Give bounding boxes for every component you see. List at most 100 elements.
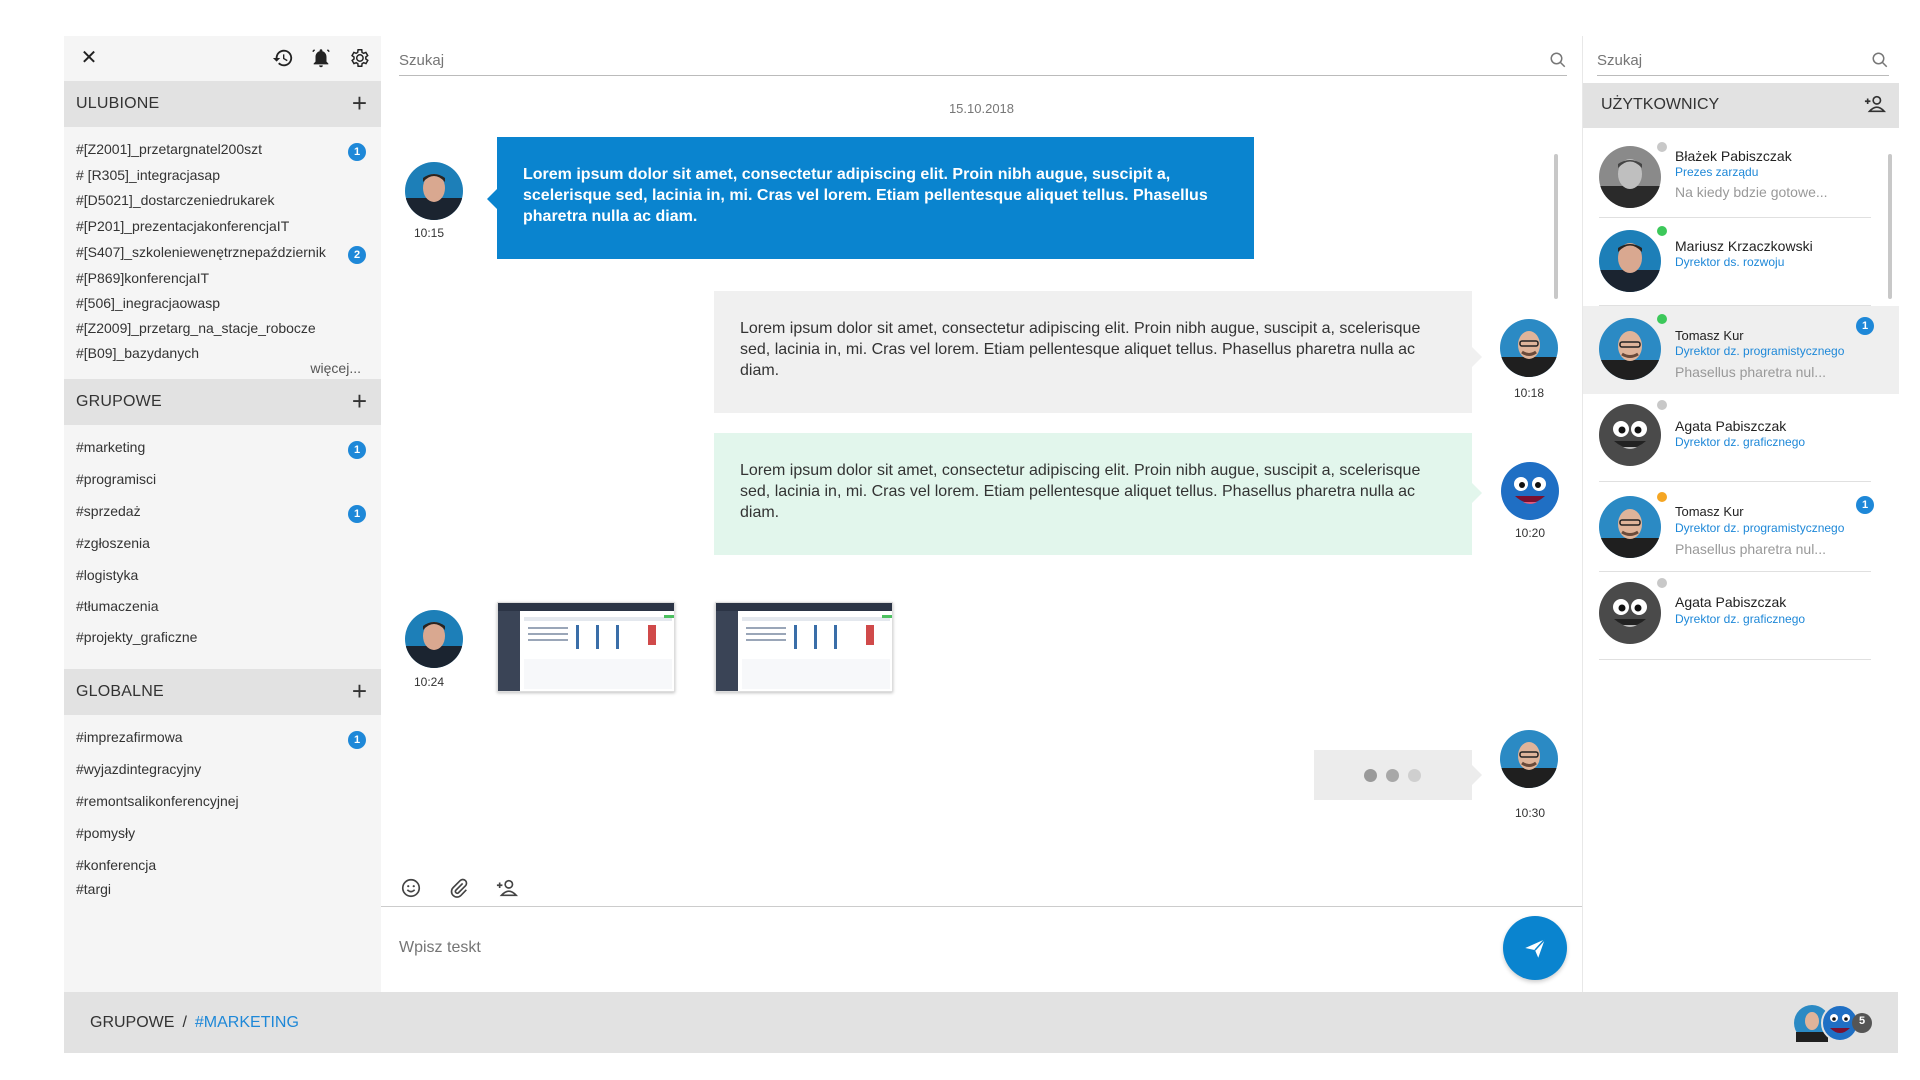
bell-icon[interactable] (309, 46, 333, 70)
channel-item[interactable]: #wyjazdintegracyjny (76, 761, 201, 777)
section-global-header: GLOBALNE + (64, 669, 381, 715)
emoji-icon[interactable] (399, 876, 423, 900)
image-attachment[interactable] (715, 602, 893, 692)
status-indicator (1657, 400, 1667, 410)
avatar (1599, 582, 1661, 644)
user-item[interactable]: Błażek Pabiszczak Prezes zarządu Na kied… (1583, 130, 1899, 218)
user-name: Błażek Pabiszczak (1675, 148, 1792, 164)
close-icon[interactable]: ✕ (78, 47, 100, 69)
users-search-input[interactable] (1597, 46, 1889, 74)
channel-item[interactable]: #marketing (76, 439, 145, 455)
user-item[interactable]: Agata Pabiszczak Dyrektor dz. graficzneg… (1583, 394, 1899, 482)
last-message: Phasellus pharetra nul... (1675, 541, 1826, 557)
user-name: Tomasz Kur (1675, 328, 1744, 343)
groups-list: #marketing 1 #programisci #sprzedaż 1 #z… (64, 425, 381, 669)
channel-item[interactable]: #projekty_graficzne (76, 629, 197, 645)
status-indicator (1657, 578, 1667, 588)
add-global-button[interactable]: + (352, 677, 367, 705)
section-groups-header: GRUPOWE + (64, 379, 381, 425)
message-time: 10:15 (413, 226, 445, 240)
history-icon[interactable] (271, 46, 295, 70)
breadcrumb-section[interactable]: GRUPOWE (90, 1014, 174, 1031)
channel-item[interactable]: #imprezafirmowa (76, 729, 183, 745)
channel-item[interactable]: # [R305]_integracjasap (76, 167, 220, 183)
add-group-button[interactable]: + (352, 387, 367, 415)
channel-item[interactable]: #konferencja (76, 857, 156, 873)
avatar[interactable] (405, 162, 463, 220)
channel-item[interactable]: #[P201]_prezentacjakonferencjaIT (76, 218, 289, 234)
add-favorite-button[interactable]: + (352, 89, 367, 117)
user-item[interactable]: Tomasz Kur Dyrektor dz. programistyczneg… (1583, 306, 1899, 394)
more-link[interactable]: więcej... (310, 360, 361, 376)
user-name: Agata Pabiszczak (1675, 594, 1787, 610)
message-time: 10:24 (413, 675, 445, 689)
gear-icon[interactable] (347, 46, 371, 70)
avatar (1599, 146, 1661, 208)
chat-search (399, 46, 1567, 76)
user-item[interactable]: Agata Pabiszczak Dyrektor dz. graficzneg… (1583, 572, 1899, 660)
channel-item[interactable]: #[P869]konferencjaIT (76, 270, 209, 286)
composer-divider (381, 906, 1582, 907)
avatar (1599, 230, 1661, 292)
unread-badge: 1 (348, 505, 366, 523)
user-item[interactable]: Mariusz Krzaczkowski Dyrektor ds. rozwoj… (1583, 218, 1899, 306)
channel-item[interactable]: #[S407]_szkoleniewenętrznepaździernik (76, 244, 326, 260)
channel-item[interactable]: #pomysły (76, 825, 135, 841)
attachment-icon[interactable] (447, 876, 471, 900)
composer-toolbar (399, 876, 519, 900)
user-role: Dyrektor dz. programistycznego (1675, 344, 1845, 358)
search-icon[interactable] (1871, 51, 1889, 74)
add-user-icon[interactable] (495, 876, 519, 900)
unread-badge: 1 (348, 731, 366, 749)
footer-bar: GRUPOWE / #MARKETING 5 (64, 992, 1898, 1053)
status-indicator (1657, 492, 1667, 502)
channel-item[interactable]: #zgłoszenia (76, 535, 150, 551)
chat-search-input[interactable] (399, 46, 1567, 74)
status-indicator (1657, 314, 1667, 324)
typing-indicator (1314, 750, 1482, 800)
typing-dot (1386, 769, 1399, 782)
chat-app: ✕ ULUBIONE + #[Z2001]_przetargnatel200sz… (64, 36, 1899, 1053)
unread-badge: 1 (1856, 317, 1874, 335)
users-panel: UŻYTKOWNICY Błażek Pabiszczak Prezes zar… (1582, 36, 1899, 992)
channel-item[interactable]: #targi (76, 881, 111, 897)
user-role: Dyrektor dz. graficznego (1675, 435, 1806, 449)
avatar[interactable] (1501, 462, 1559, 520)
typing-dot (1408, 769, 1421, 782)
last-message: Phasellus pharetra nul... (1675, 364, 1826, 380)
avatar (1599, 318, 1661, 380)
channel-members[interactable]: 5 (1792, 1002, 1882, 1044)
user-name: Tomasz Kur (1675, 504, 1744, 519)
global-list: #imprezafirmowa 1 #wyjazdintegracyjny #r… (64, 715, 381, 915)
users-title: UŻYTKOWNICY (1601, 96, 1720, 113)
chat-scrollbar[interactable] (1554, 154, 1558, 299)
avatar[interactable] (1500, 730, 1558, 788)
send-button[interactable] (1503, 916, 1567, 980)
channel-item[interactable]: #programisci (76, 471, 156, 487)
channel-item[interactable]: #[D5021]_dostarczeniedrukarek (76, 192, 274, 208)
image-attachment[interactable] (497, 602, 675, 692)
message-bubble: Lorem ipsum dolor sit amet, consectetur … (487, 137, 1254, 259)
breadcrumb-channel[interactable]: #MARKETING (195, 1014, 299, 1031)
users-scrollbar[interactable] (1888, 154, 1892, 299)
unread-badge: 2 (348, 246, 366, 264)
user-item[interactable]: Tomasz Kur Dyrektor dz. programistyczneg… (1583, 482, 1899, 572)
user-name: Agata Pabiszczak (1675, 418, 1787, 434)
channel-item[interactable]: #sprzedaż (76, 503, 141, 519)
send-icon (1525, 938, 1546, 958)
avatar[interactable] (1500, 319, 1558, 377)
channel-item[interactable]: #[B09]_bazydanych (76, 345, 199, 361)
search-icon[interactable] (1549, 51, 1567, 74)
message-input[interactable] (399, 933, 1499, 963)
section-title: GLOBALNE (76, 683, 164, 700)
channel-item[interactable]: #remontsalikonferencyjnej (76, 793, 239, 809)
channel-item[interactable]: #logistyka (76, 567, 138, 583)
user-role: Prezes zarządu (1675, 165, 1759, 179)
channel-item[interactable]: #tłumaczenia (76, 598, 159, 614)
message-bubble: Lorem ipsum dolor sit amet, consectetur … (714, 433, 1482, 555)
channel-item[interactable]: #[Z2009]_przetarg_na_stacje_robocze (76, 320, 316, 336)
channel-item[interactable]: #[Z2001]_przetargnatel200szt (76, 141, 262, 157)
add-user-icon[interactable] (1863, 93, 1887, 120)
avatar[interactable] (405, 610, 463, 668)
channel-item[interactable]: #[506]_inegracjaowasp (76, 295, 220, 311)
